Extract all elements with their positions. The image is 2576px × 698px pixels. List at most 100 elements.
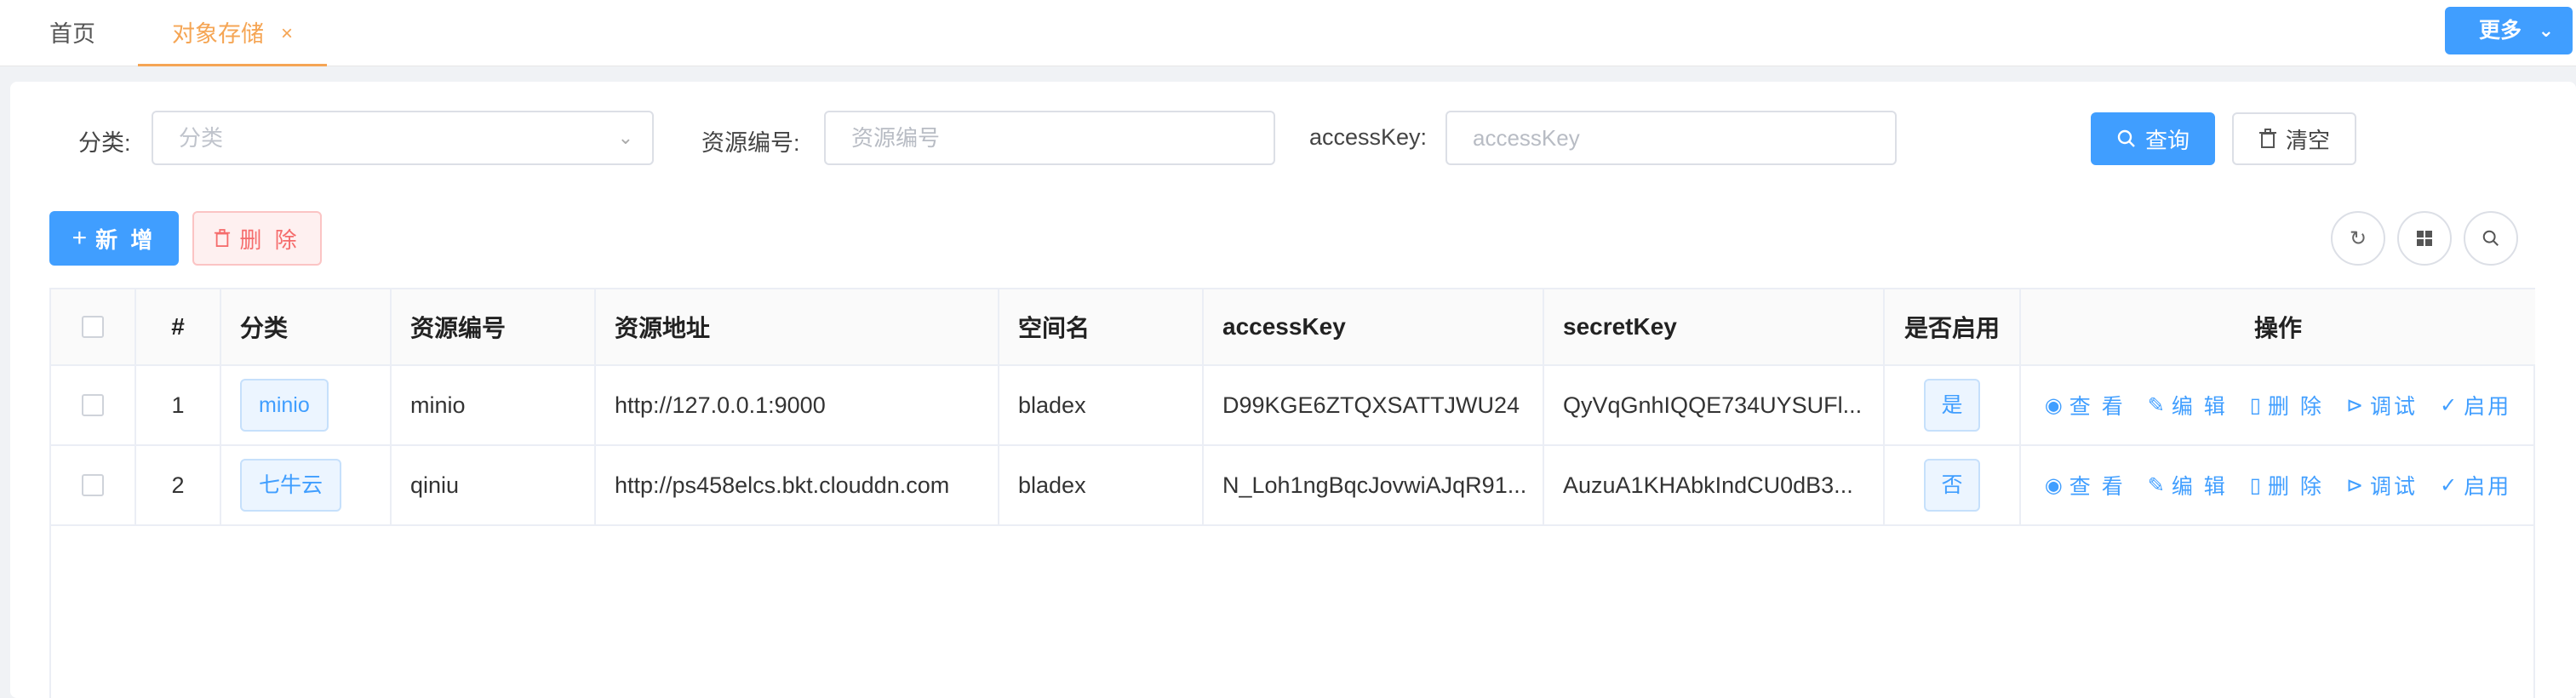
row-category: 七牛云 [221, 446, 392, 524]
row-select[interactable] [51, 366, 136, 444]
add-button-label: 新 增 [95, 226, 157, 253]
debug-button[interactable]: ⊳ 调试 [2346, 470, 2418, 501]
pencil-icon: ✎ [2147, 473, 2165, 497]
resource-label: 资源编号: [701, 130, 800, 156]
search-icon [2482, 230, 2499, 246]
clear-button[interactable]: 清空 [2232, 112, 2356, 165]
more-button-label: 更多 [2479, 19, 2522, 43]
more-button[interactable]: 更多 ⌄ [2445, 7, 2573, 54]
row-secretkey: QyVqGnhIQQE734UYSUFl... [1544, 366, 1885, 444]
row-select[interactable] [51, 446, 136, 524]
view-button[interactable]: ◉ 查 看 [2045, 390, 2126, 421]
row-accesskey: N_Loh1ngBqcJovwiAJqR91... [1204, 446, 1544, 524]
debug-button[interactable]: ⊳ 调试 [2346, 390, 2418, 421]
query-button-label: 查询 [2144, 127, 2190, 153]
header-accesskey: accessKey [1204, 289, 1544, 364]
delete-label: 删 除 [2267, 475, 2324, 499]
search-toggle-button[interactable] [2464, 211, 2518, 266]
edit-button[interactable]: ✎ 编 辑 [2148, 390, 2228, 421]
checkbox[interactable] [82, 474, 104, 496]
category-tag: minio [240, 379, 329, 432]
category-select[interactable]: 分类 ⌄ [152, 111, 654, 165]
delete-button[interactable]: 删 除 [192, 211, 322, 266]
resource-field[interactable] [824, 111, 1275, 165]
header-index: # [136, 289, 221, 364]
columns-button[interactable] [2397, 211, 2452, 266]
add-button[interactable]: + 新 增 [49, 211, 179, 266]
enable-label: 启用 [2464, 475, 2512, 499]
row-index: 2 [136, 446, 221, 524]
row-space: bladex [999, 446, 1204, 524]
checkbox[interactable] [82, 316, 104, 338]
eye-icon: ◉ [2044, 473, 2063, 497]
header-address: 资源地址 [596, 289, 999, 364]
category-label: 分类: [78, 130, 131, 156]
enable-label: 启用 [2464, 395, 2512, 419]
chevron-down-icon: ⌄ [617, 127, 633, 148]
header-select-all[interactable] [51, 289, 136, 364]
header-resource: 资源编号 [392, 289, 596, 364]
row-space: bladex [999, 366, 1204, 444]
enabled-tag: 否 [1924, 459, 1980, 512]
header-category: 分类 [221, 289, 392, 364]
row-index: 1 [136, 366, 221, 444]
delete-row-button[interactable]: ▯ 删 除 [2250, 470, 2324, 501]
storage-table: # 分类 资源编号 资源地址 空间名 accessKey secretKey 是… [49, 288, 2535, 698]
search-icon [2117, 129, 2135, 147]
tab-object-storage-label: 对象存储 [172, 21, 264, 47]
header-actions: 操作 [2253, 315, 2302, 341]
view-button[interactable]: ◉ 查 看 [2045, 470, 2126, 501]
trash-icon [2258, 129, 2276, 148]
accesskey-field[interactable] [1445, 111, 1897, 165]
check-circle-icon: ✓ [2440, 473, 2458, 497]
edit-label: 编 辑 [2171, 475, 2228, 499]
delete-label: 删 除 [2267, 395, 2324, 419]
header-enabled: 是否启用 [1885, 289, 2021, 364]
row-category: minio [221, 366, 392, 444]
clear-button-label: 清空 [2285, 127, 2330, 153]
debug-label: 调试 [2370, 395, 2419, 419]
chevron-down-icon: ⌄ [2538, 20, 2554, 41]
refresh-icon: ↻ [2349, 226, 2367, 250]
checkbox[interactable] [82, 394, 104, 416]
category-placeholder: 分类 [179, 125, 224, 151]
row-resource: minio [392, 366, 596, 444]
play-icon: ⊳ [2345, 393, 2364, 417]
table-row: 2 七牛云 qiniu http://ps458elcs.bkt.clouddn… [51, 446, 2535, 526]
grid-icon [2417, 231, 2432, 246]
row-enabled: 是 [1885, 366, 2021, 444]
table-header: # 分类 资源编号 资源地址 空间名 accessKey secretKey 是… [51, 289, 2535, 366]
view-label: 查 看 [2069, 475, 2126, 499]
row-resource: qiniu [392, 446, 596, 524]
row-address: http://127.0.0.1:9000 [596, 366, 999, 444]
row-enabled: 否 [1885, 446, 2021, 524]
header-secretkey: secretKey [1544, 289, 1885, 364]
table-row: 1 minio minio http://127.0.0.1:9000 blad… [51, 366, 2535, 446]
accesskey-input[interactable] [1473, 112, 1895, 164]
enable-button[interactable]: ✓ 启用 [2440, 390, 2511, 421]
play-icon: ⊳ [2345, 473, 2364, 497]
plus-icon: + [72, 224, 88, 252]
view-label: 查 看 [2069, 395, 2126, 419]
tab-home[interactable]: 首页 [49, 0, 95, 66]
eye-icon: ◉ [2044, 393, 2063, 417]
edit-label: 编 辑 [2171, 395, 2228, 419]
debug-label: 调试 [2370, 475, 2419, 499]
category-tag: 七牛云 [240, 459, 342, 512]
trash-icon: ▯ [2249, 393, 2261, 417]
close-icon[interactable]: × [281, 0, 293, 68]
accesskey-label: accessKey: [1309, 124, 1428, 150]
trash-icon [215, 229, 231, 247]
enable-button[interactable]: ✓ 启用 [2440, 470, 2511, 501]
row-accesskey: D99KGE6ZTQXSATTJWU24 [1204, 366, 1544, 444]
trash-icon: ▯ [2249, 473, 2261, 497]
row-secretkey: AuzuA1KHAbkIndCU0dB3... [1544, 446, 1885, 524]
query-button[interactable]: 查询 [2091, 112, 2215, 165]
delete-row-button[interactable]: ▯ 删 除 [2250, 390, 2324, 421]
refresh-button[interactable]: ↻ [2331, 211, 2385, 266]
tab-object-storage[interactable]: 对象存储 × [138, 0, 327, 66]
edit-button[interactable]: ✎ 编 辑 [2148, 470, 2228, 501]
enabled-tag: 是 [1924, 379, 1980, 432]
resource-input[interactable] [851, 112, 1274, 164]
check-circle-icon: ✓ [2440, 393, 2458, 417]
